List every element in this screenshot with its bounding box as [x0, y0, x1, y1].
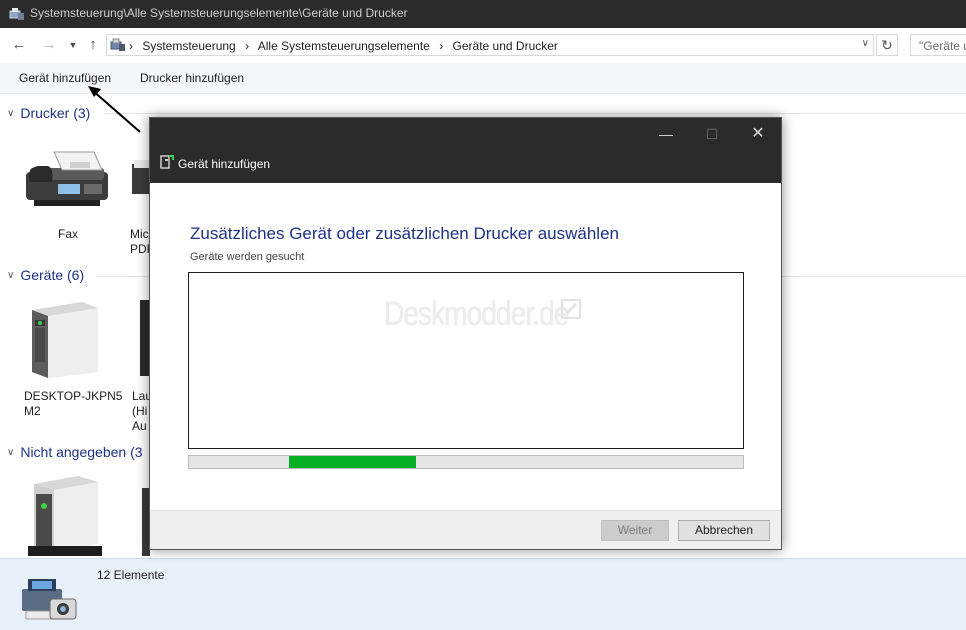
breadcrumb-separator: ›: [439, 39, 444, 53]
devices-printers-icon: [110, 38, 125, 51]
progress-indicator: [289, 456, 416, 468]
minimize-button[interactable]: —: [656, 124, 676, 144]
recent-locations-button[interactable]: ▼: [64, 36, 82, 54]
window-titlebar: Systemsteuerung\Alle Systemsteuerungsele…: [0, 0, 966, 28]
address-field[interactable]: › Systemsteuerung › Alle Systemsteuerung…: [106, 34, 874, 56]
breadcrumb-systemsteuerung[interactable]: Systemsteuerung: [142, 39, 235, 53]
address-toolbar: ← → ▼ ↑ › Systemsteuerung › Alle Systems…: [0, 28, 966, 63]
device-label-fax: Fax: [58, 227, 79, 241]
breadcrumb-separator: ›: [129, 39, 133, 53]
breadcrumb-separator: ›: [245, 39, 250, 53]
group-unspecified-title: Nicht angegeben (3: [20, 444, 143, 460]
device-label-desktop: DESKTOP-JKPN5 M2: [24, 389, 123, 418]
fax-icon[interactable]: [24, 148, 110, 208]
status-bar: 12 Elemente: [0, 558, 966, 630]
arrow-left-icon: ←: [11, 36, 27, 53]
address-dropdown-button[interactable]: ∨: [862, 38, 869, 49]
close-button[interactable]: ✕: [748, 124, 768, 144]
search-progress-bar: [188, 455, 744, 469]
dialog-header: — ☐ ✕ Gerät hinzufügen: [150, 118, 781, 183]
breadcrumb-alle-elemente[interactable]: Alle Systemsteuerungselemente: [258, 39, 430, 53]
window-title: Systemsteuerung\Alle Systemsteuerungsele…: [30, 6, 408, 20]
watermark: Deskmodder.de: [384, 295, 569, 333]
pencil-icon: [561, 299, 581, 319]
maximize-button[interactable]: ☐: [702, 124, 722, 144]
forward-button[interactable]: →: [40, 36, 58, 54]
breadcrumb-geraete-drucker[interactable]: Geräte und Drucker: [453, 39, 558, 53]
computer-tower-icon[interactable]: [28, 298, 102, 380]
search-input[interactable]: "Geräte u: [910, 34, 966, 56]
item-count: 12 Elemente: [97, 568, 165, 582]
add-device-icon: [160, 155, 174, 169]
minimize-icon: —: [659, 126, 673, 142]
device-label-pdf: Mic PDF: [130, 227, 149, 256]
group-printers-header[interactable]: ∨ Drucker (3): [7, 105, 90, 121]
device-results-list[interactable]: Deskmodder.de: [188, 272, 744, 449]
refresh-button[interactable]: ↻: [876, 34, 898, 56]
dialog-title: Gerät hinzufügen: [178, 157, 271, 171]
close-icon: ✕: [751, 125, 765, 142]
group-divider: [105, 113, 966, 114]
search-status-text: Geräte werden gesucht: [190, 251, 305, 263]
devices-printers-icon: [22, 579, 77, 620]
next-button[interactable]: Weiter: [601, 520, 669, 541]
chevron-down-icon: ▼: [68, 40, 78, 50]
device-label-speaker: Lau (Hi Au: [132, 389, 149, 433]
dialog-heading: Zusätzliches Gerät oder zusätzlichen Dru…: [190, 224, 619, 243]
dialog-footer: Weiter Abbrechen: [150, 510, 781, 549]
back-button[interactable]: ←: [10, 36, 28, 54]
add-device-button[interactable]: Gerät hinzufügen: [19, 71, 111, 85]
chevron-down-icon: ∨: [7, 447, 15, 458]
arrow-up-icon: ↑: [89, 36, 97, 53]
cancel-button[interactable]: Abbrechen: [678, 520, 770, 541]
chevron-down-icon: ∨: [861, 38, 869, 49]
chevron-down-icon: ∨: [7, 108, 15, 119]
group-printers-title: Drucker (3): [20, 105, 91, 121]
add-device-dialog: — ☐ ✕ Gerät hinzufügen Zusätzliches Gerä…: [149, 117, 782, 550]
group-devices-title: Geräte (6): [20, 267, 85, 283]
group-unspecified-header[interactable]: ∨ Nicht angegeben (3: [7, 444, 143, 460]
up-button[interactable]: ↑: [84, 36, 102, 54]
arrow-right-icon: →: [41, 36, 57, 53]
group-devices-header[interactable]: ∨ Geräte (6): [7, 267, 84, 283]
command-bar: Gerät hinzufügen Drucker hinzufügen: [0, 63, 966, 94]
devices-printers-icon: [9, 8, 24, 20]
refresh-icon: ↻: [881, 37, 893, 53]
add-printer-button[interactable]: Drucker hinzufügen: [140, 71, 244, 85]
pdf-printer-icon[interactable]: [130, 158, 150, 200]
maximize-icon: ☐: [705, 126, 719, 142]
chevron-down-icon: ∨: [7, 270, 15, 281]
unknown-device-icon[interactable]: [28, 474, 102, 558]
